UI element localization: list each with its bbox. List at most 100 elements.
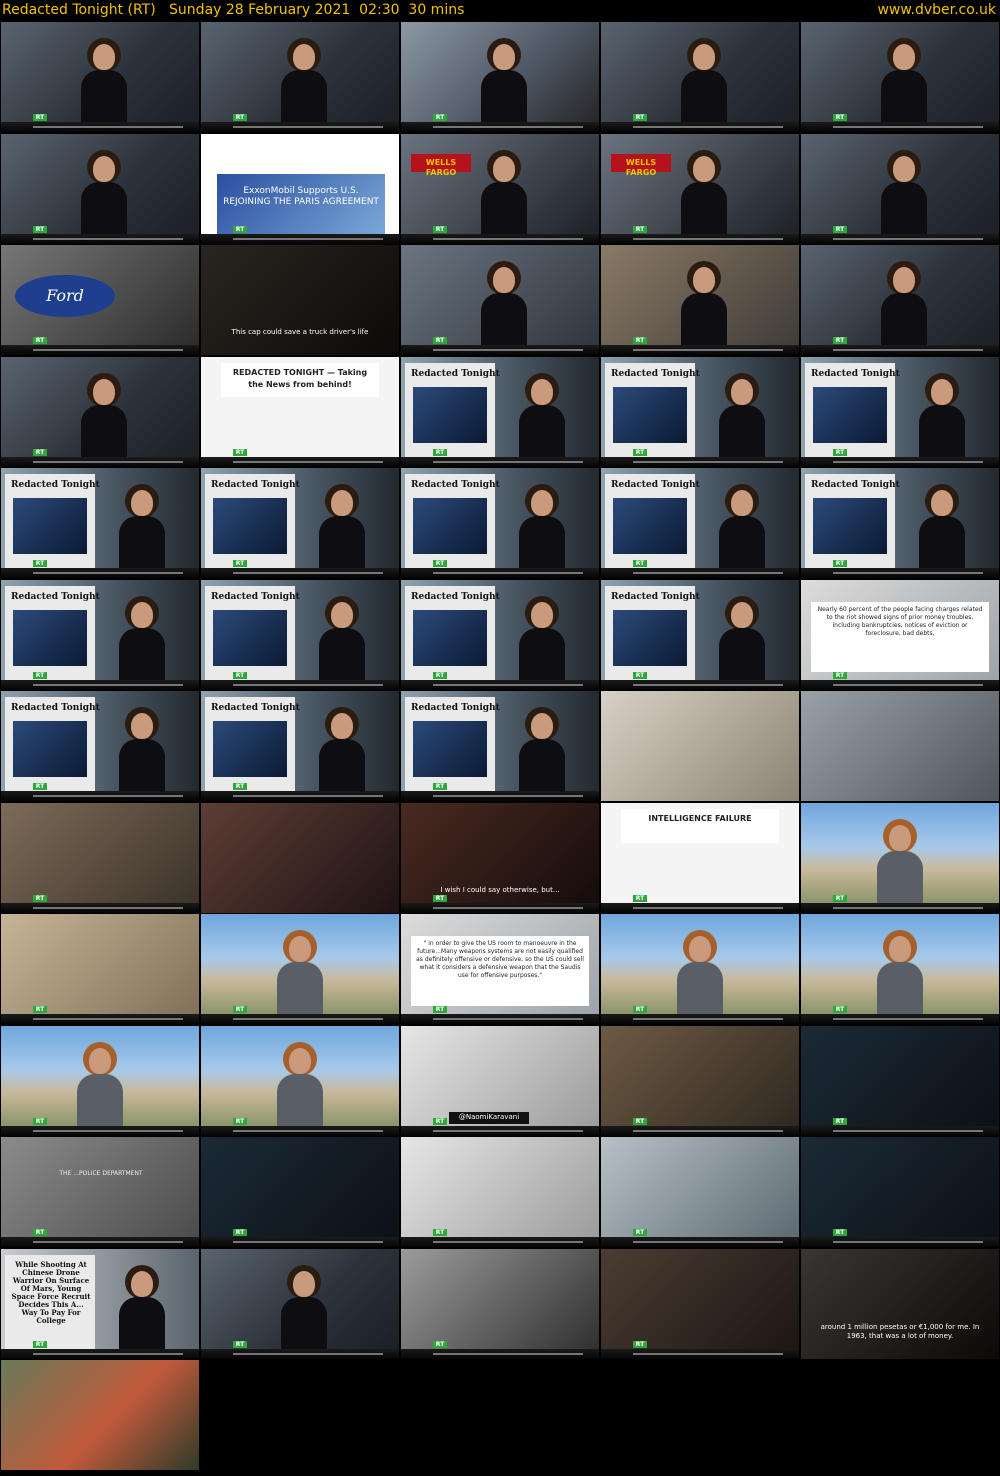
news-ticker (601, 1237, 799, 1247)
news-ticker (601, 680, 799, 690)
news-ticker (1, 903, 199, 913)
thumbnail[interactable]: Redacted Tonight RT (601, 357, 799, 467)
presenter (877, 817, 923, 913)
thumbnail[interactable]: RT (201, 1026, 399, 1136)
ticker-text (633, 907, 783, 909)
thumbnail[interactable]: While Shooting At Chinese Drone Warrior … (1, 1249, 199, 1359)
ticker-text (33, 461, 183, 463)
thumbnail[interactable]: RT (1, 914, 199, 1024)
newspaper-headline: Redacted Tonight (11, 592, 100, 602)
news-ticker (601, 1349, 799, 1359)
newspaper-photo (613, 498, 687, 554)
newspaper-photo (413, 387, 487, 443)
news-ticker (401, 122, 599, 132)
thumbnail[interactable] (801, 691, 999, 801)
thumbnail[interactable]: RT (201, 1249, 399, 1359)
ticker-text (33, 238, 183, 240)
news-ticker (401, 1237, 599, 1247)
presenter-face (731, 602, 753, 628)
thumbnail[interactable]: Redacted Tonight RT (601, 468, 799, 578)
newspaper-photo (613, 610, 687, 666)
thumbnail[interactable]: WELLS FARGO RT (601, 134, 799, 244)
rt-logo-icon: RT (433, 895, 447, 902)
newspaper-headline: Redacted Tonight (411, 369, 500, 379)
thumbnail[interactable]: around 1 million pesetas or €1,000 for m… (801, 1249, 999, 1359)
thumbnail[interactable]: Redacted Tonight RT (601, 580, 799, 690)
thumbnail[interactable]: RT (201, 22, 399, 132)
thumbnail[interactable]: Redacted Tonight RT (401, 468, 599, 578)
presenter (81, 36, 127, 132)
rt-logo-icon: RT (433, 672, 447, 679)
presenter (719, 482, 765, 578)
thumbnail[interactable]: @NaomiKaravani RT (401, 1026, 599, 1136)
presenter-face (931, 490, 953, 516)
rt-logo-icon: RT (33, 449, 47, 456)
rt-logo-icon: RT (833, 226, 847, 233)
thumbnail[interactable]: Redacted Tonight RT (401, 691, 599, 801)
site-link[interactable]: www.dvber.co.uk (877, 0, 996, 20)
thumbnail[interactable]: Nearly 60 percent of the people facing c… (801, 580, 999, 690)
thumbnail[interactable]: Redacted Tonight RT (1, 468, 199, 578)
thumbnail[interactable]: RT (601, 1026, 799, 1136)
thumbnail[interactable]: RT (1, 803, 199, 913)
thumbnail[interactable]: I wish I could say otherwise, but... RT (401, 803, 599, 913)
thumbnail[interactable]: Redacted Tonight RT (401, 580, 599, 690)
news-ticker (801, 457, 999, 467)
thumbnail[interactable]: RT (1, 1026, 199, 1136)
thumbnail[interactable]: RT (1, 134, 199, 244)
thumbnail[interactable]: RT (801, 914, 999, 1024)
newspaper-graphic: Redacted Tonight (205, 697, 300, 795)
thumbnail[interactable]: This cap could save a truck driver's lif… (201, 245, 399, 355)
presenter (719, 594, 765, 690)
thumbnail[interactable]: Redacted Tonight RT (801, 468, 999, 578)
newspaper-headline: Redacted Tonight (811, 480, 900, 490)
news-ticker (601, 122, 799, 132)
thumbnail[interactable]: REDACTED TONIGHT — Taking the News from … (201, 357, 399, 467)
thumbnail[interactable]: RT (401, 22, 599, 132)
thumbnail[interactable]: RT (1, 357, 199, 467)
thumbnail[interactable]: RT (601, 914, 799, 1024)
thumbnail[interactable]: Ford RT (1, 245, 199, 355)
thumbnail[interactable]: Redacted Tonight RT (201, 468, 399, 578)
thumbnail[interactable]: RT (801, 134, 999, 244)
thumbnail[interactable]: INTELLIGENCE FAILURE RT (601, 803, 799, 913)
news-ticker (601, 1014, 799, 1024)
thumbnail[interactable]: RT (801, 22, 999, 132)
thumbnail[interactable]: RT (601, 1137, 799, 1247)
thumbnail[interactable]: RT (801, 1137, 999, 1247)
thumbnail[interactable] (1, 1360, 199, 1470)
presenter-face (693, 44, 715, 70)
thumbnail[interactable]: WELLS FARGO RT (401, 134, 599, 244)
thumbnail[interactable]: RT (601, 245, 799, 355)
thumbnail[interactable]: Redacted Tonight RT (1, 580, 199, 690)
newspaper-graphic: Redacted Tonight (405, 586, 500, 684)
thumbnail[interactable]: THE ...POLICE DEPARTMENT RT (1, 1137, 199, 1247)
thumbnail[interactable]: RT (401, 1249, 599, 1359)
thumbnail[interactable]: Redacted Tonight RT (201, 580, 399, 690)
thumbnail[interactable]: RT (801, 245, 999, 355)
news-ticker (1, 791, 199, 801)
thumbnail[interactable]: Redacted Tonight RT (401, 357, 599, 467)
presenter-face (893, 156, 915, 182)
thumbnail[interactable]: RT (401, 245, 599, 355)
thumbnail[interactable]: RT (401, 1137, 599, 1247)
thumbnail[interactable]: Redacted Tonight RT (801, 357, 999, 467)
thumbnail[interactable]: " in order to give the US room to manoeu… (401, 914, 599, 1024)
thumbnail[interactable] (201, 803, 399, 913)
ticker-text (233, 684, 383, 686)
thumbnail[interactable]: RT (801, 1026, 999, 1136)
thumbnail[interactable]: Redacted Tonight RT (201, 691, 399, 801)
thumbnail[interactable]: ExxonMobil Supports U.S. REJOINING THE P… (201, 134, 399, 244)
thumbnail[interactable]: RT (201, 1137, 399, 1247)
thumbnail[interactable]: Redacted Tonight RT (1, 691, 199, 801)
thumbnail[interactable]: RT (601, 22, 799, 132)
presenter (119, 594, 165, 690)
thumbnail[interactable]: RT (801, 803, 999, 913)
thumbnail[interactable] (601, 691, 799, 801)
thumbnail[interactable]: RT (1, 22, 199, 132)
thumbnail[interactable]: RT (601, 1249, 799, 1359)
thumbnail[interactable]: RT (201, 914, 399, 1024)
ticker-text (633, 1241, 783, 1243)
rt-logo-icon: RT (633, 560, 647, 567)
rt-logo-icon: RT (833, 1006, 847, 1013)
